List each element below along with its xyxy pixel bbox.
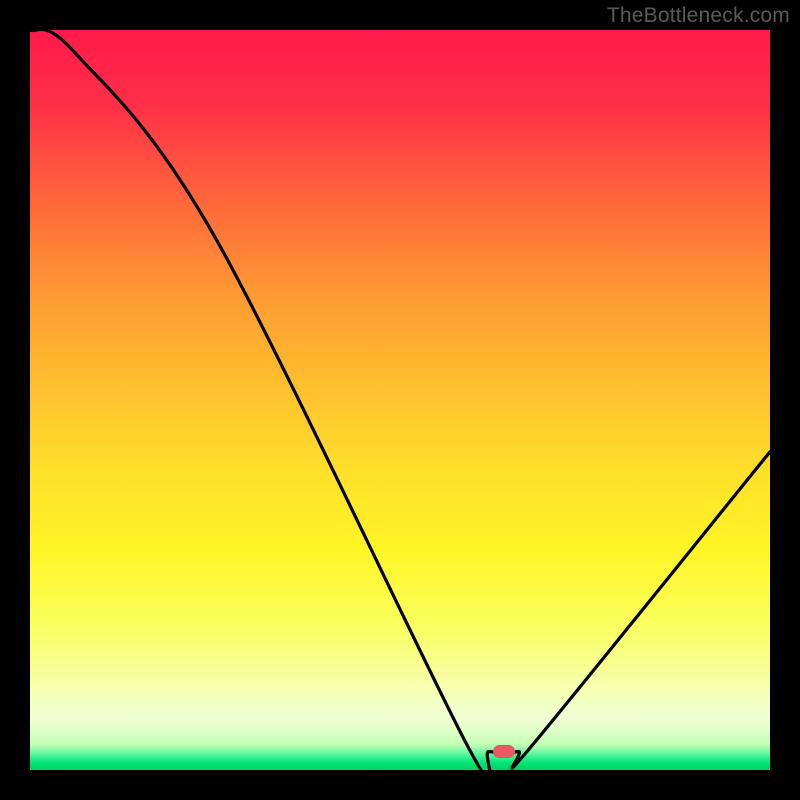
curve-layer <box>30 30 770 770</box>
watermark-text: TheBottleneck.com <box>607 4 790 28</box>
optimal-marker <box>493 745 515 758</box>
chart-stage: TheBottleneck.com <box>0 0 800 800</box>
bottleneck-curve-path <box>30 30 770 770</box>
plot-area <box>30 30 770 770</box>
